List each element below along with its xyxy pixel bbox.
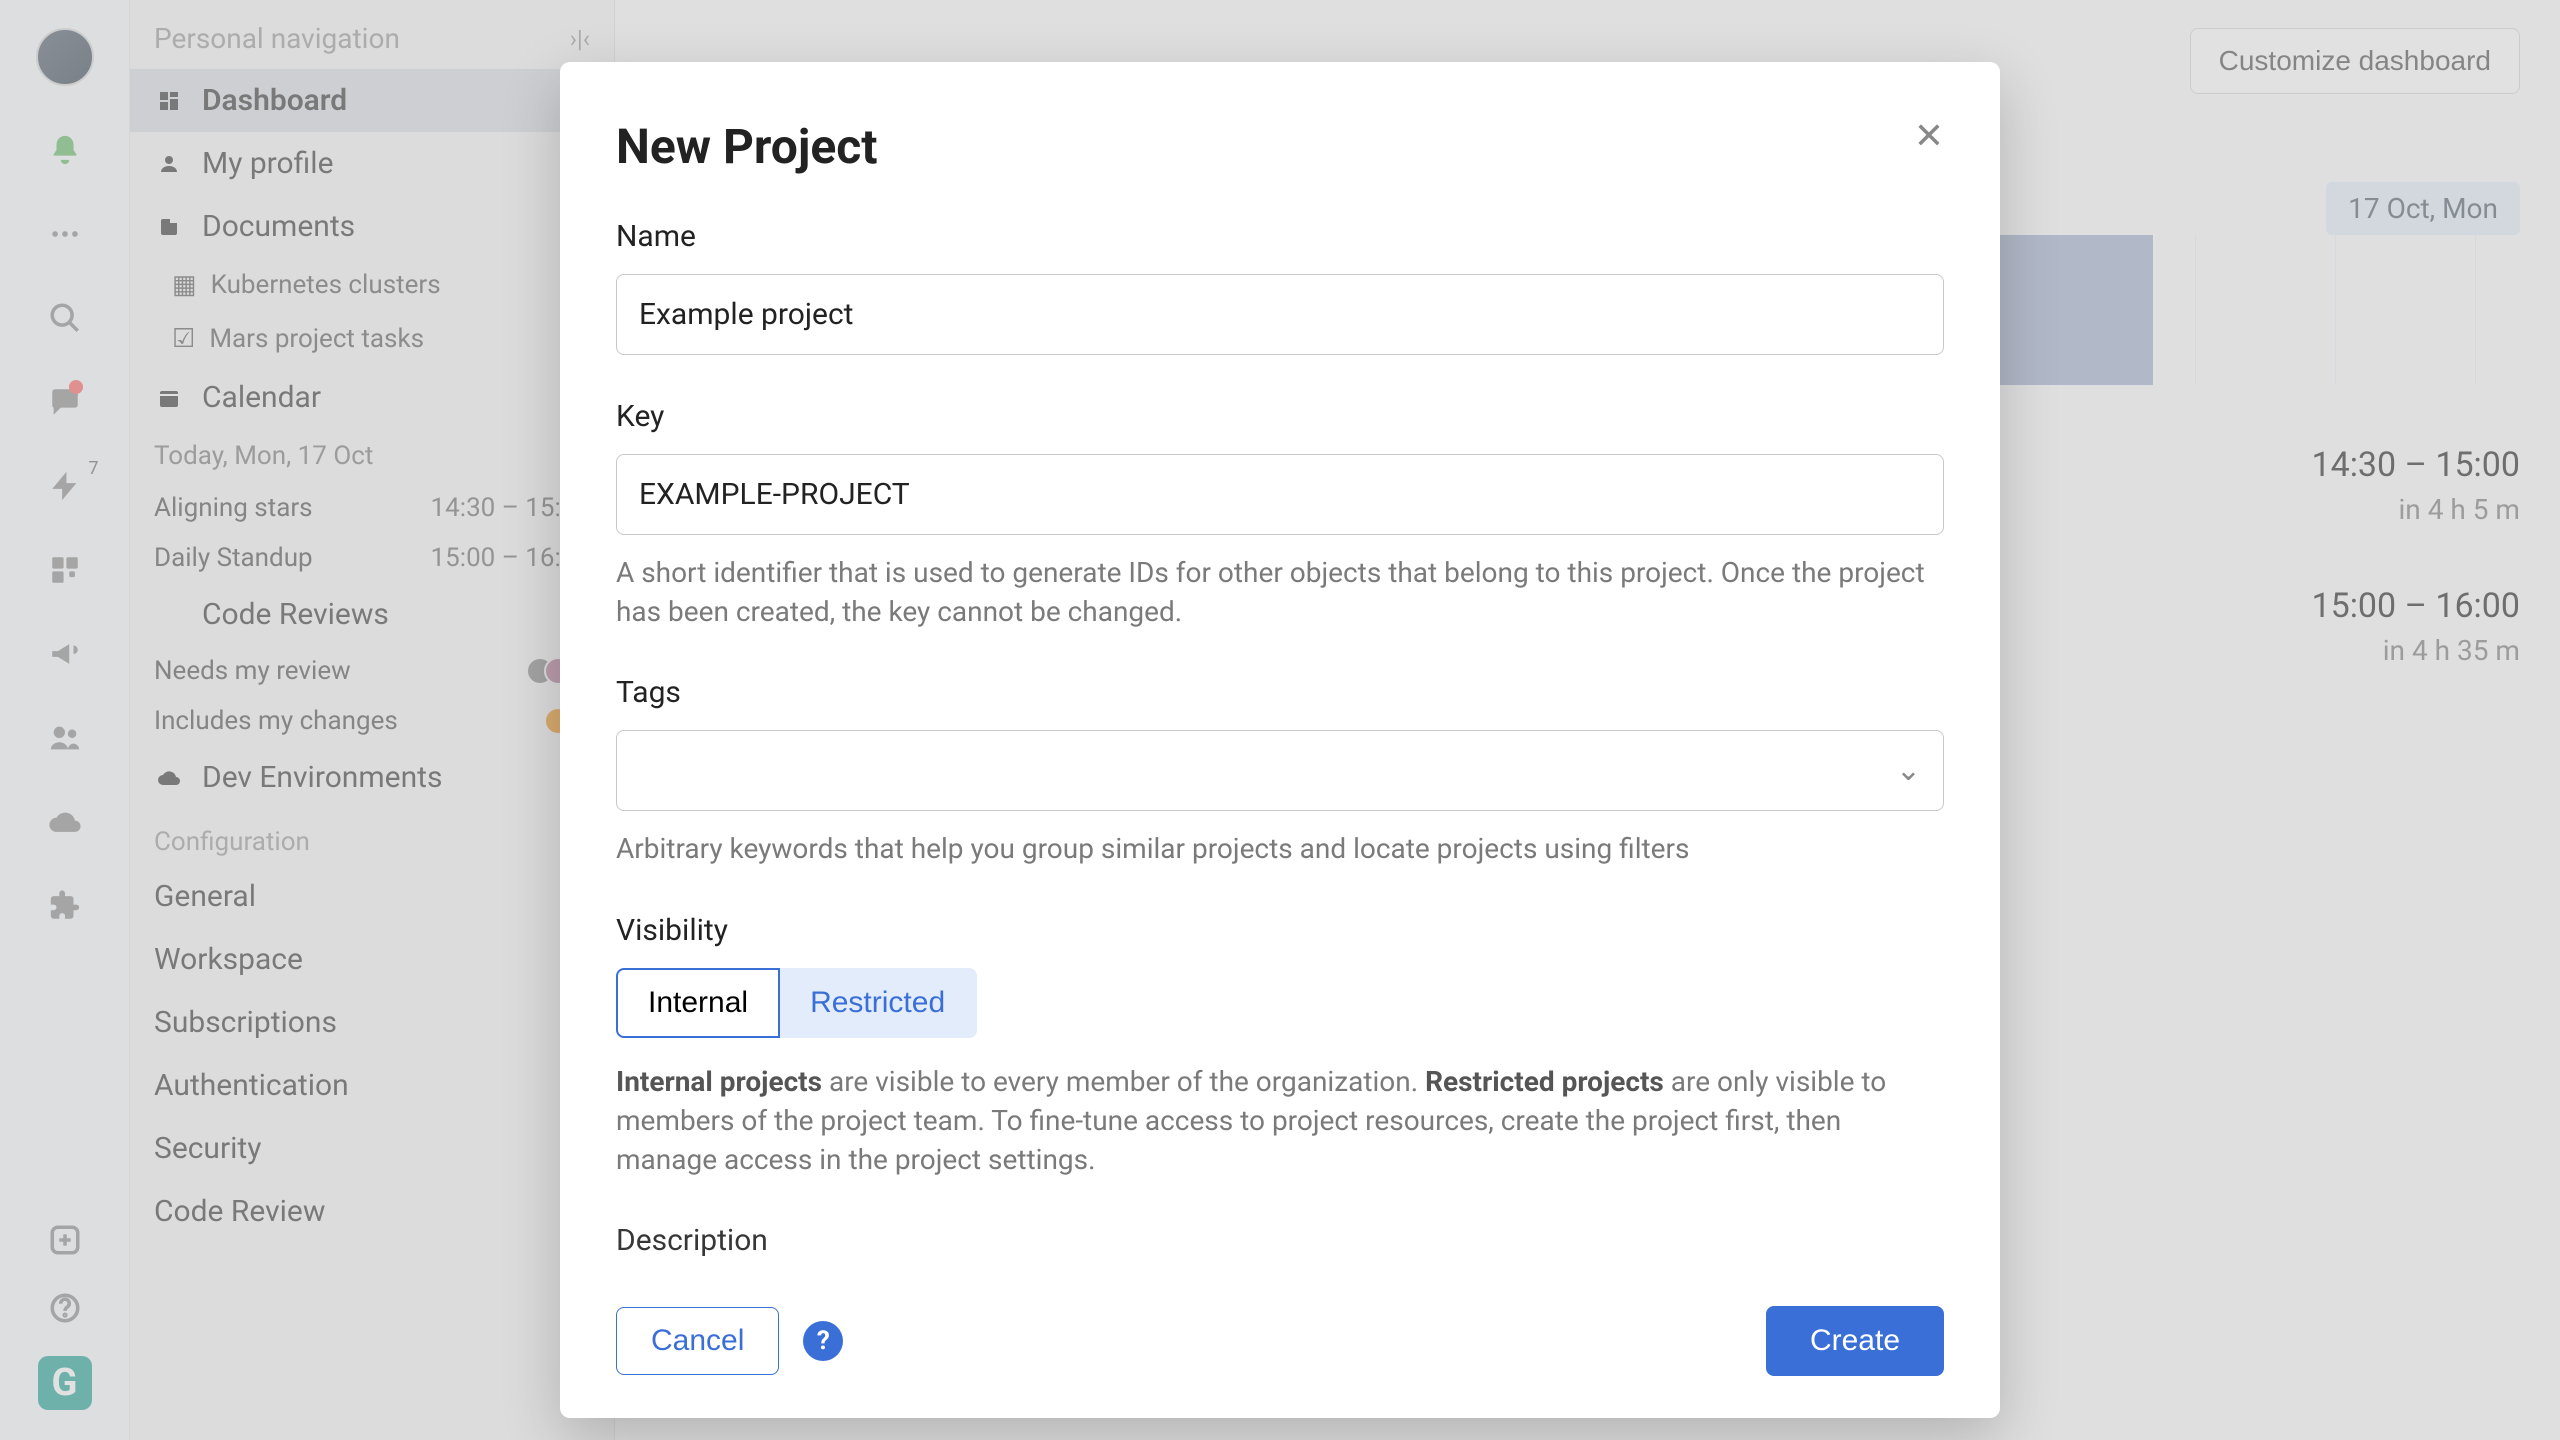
new-project-modal: New Project ✕ Name Key A short identifie… xyxy=(560,62,2000,1418)
modal-title: New Project xyxy=(616,118,878,175)
cancel-button[interactable]: Cancel xyxy=(616,1307,779,1375)
visibility-internal[interactable]: Internal xyxy=(616,968,780,1038)
description-label: Description xyxy=(616,1223,1944,1258)
close-icon[interactable]: ✕ xyxy=(1914,118,1944,154)
tags-help: Arbitrary keywords that help you group s… xyxy=(616,829,1944,868)
visibility-toggle: Internal Restricted xyxy=(616,968,1944,1038)
tags-label: Tags xyxy=(616,675,1944,710)
name-label: Name xyxy=(616,219,1944,254)
key-help: A short identifier that is used to gener… xyxy=(616,553,1944,631)
visibility-help: Internal projects are visible to every m… xyxy=(616,1062,1944,1180)
tags-select[interactable]: ⌄ xyxy=(616,730,1944,811)
visibility-restricted[interactable]: Restricted xyxy=(780,968,977,1038)
create-button[interactable]: Create xyxy=(1766,1306,1944,1376)
name-input[interactable] xyxy=(616,274,1944,355)
chevron-down-icon: ⌄ xyxy=(1896,753,1921,788)
visibility-label: Visibility xyxy=(616,913,1944,948)
help-icon[interactable]: ? xyxy=(803,1321,843,1361)
key-label: Key xyxy=(616,399,1944,434)
key-input[interactable] xyxy=(616,454,1944,535)
